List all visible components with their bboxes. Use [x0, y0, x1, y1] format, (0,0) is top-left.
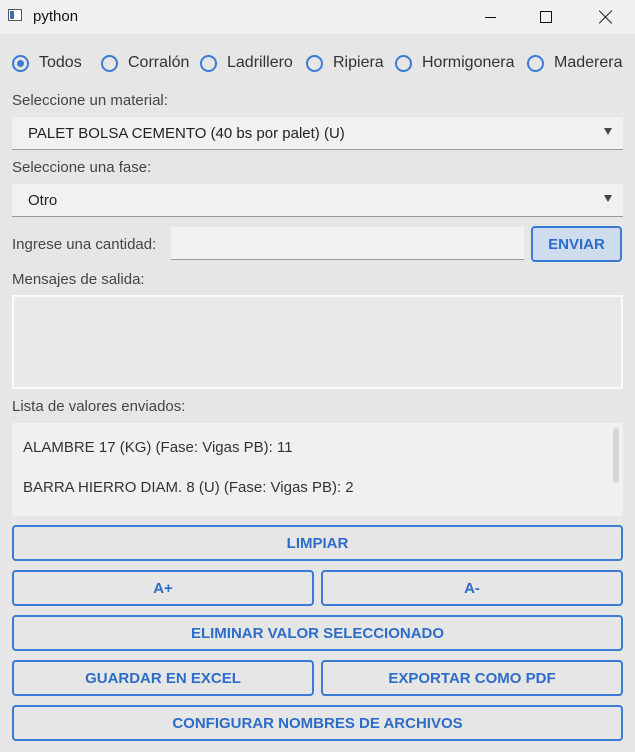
- radio-maderera[interactable]: Maderera: [527, 54, 622, 72]
- fase-label: Seleccione una fase:: [12, 159, 152, 176]
- fase-selected-value: Otro: [28, 192, 58, 209]
- sent-values-list[interactable]: ALAMBRE 17 (KG) (Fase: Vigas PB): 11 BAR…: [12, 423, 623, 516]
- radio-circle-icon: [527, 54, 544, 72]
- python-app-icon: [8, 9, 22, 21]
- lista-label: Lista de valores enviados:: [12, 398, 186, 415]
- radio-label: Maderera: [554, 54, 623, 71]
- list-item[interactable]: BARRA HIERRO DIAM. 8 (U) (Fase: Vigas PB…: [23, 479, 354, 496]
- radio-label: Ladrillero: [227, 54, 293, 71]
- material-selected-value: PALET BOLSA CEMENTO (40 bs por palet) (U…: [28, 125, 345, 142]
- radio-circle-icon: [12, 54, 29, 72]
- guardar-excel-button[interactable]: GUARDAR EN EXCEL: [12, 660, 314, 696]
- font-decrease-button[interactable]: A-: [321, 570, 623, 606]
- radio-corralon[interactable]: Corralón: [101, 54, 189, 72]
- limpiar-button[interactable]: LIMPIAR: [12, 525, 623, 561]
- cantidad-input[interactable]: [171, 227, 524, 260]
- radio-ripiera[interactable]: Ripiera: [306, 54, 384, 72]
- font-increase-button[interactable]: A+: [12, 570, 314, 606]
- exportar-pdf-button[interactable]: EXPORTAR COMO PDF: [321, 660, 623, 696]
- category-radio-group: Todos Corralón Ladrillero Ripiera Hormig…: [12, 54, 632, 78]
- configurar-nombres-button[interactable]: CONFIGURAR NOMBRES DE ARCHIVOS: [12, 705, 623, 741]
- maximize-icon: [540, 11, 552, 23]
- radio-todos[interactable]: Todos: [12, 54, 82, 72]
- material-label: Seleccione un material:: [12, 92, 168, 109]
- radio-label: Ripiera: [333, 54, 384, 71]
- cantidad-label: Ingrese una cantidad:: [12, 236, 157, 253]
- list-scrollbar[interactable]: [613, 428, 619, 483]
- output-messages-box[interactable]: [12, 295, 623, 389]
- maximize-button[interactable]: [523, 0, 569, 34]
- radio-circle-icon: [101, 54, 118, 72]
- radio-circle-icon: [395, 54, 412, 72]
- radio-circle-icon: [200, 54, 217, 72]
- enviar-button[interactable]: ENVIAR: [531, 226, 622, 262]
- close-icon: [599, 10, 613, 24]
- dropdown-arrow-icon: [604, 195, 612, 202]
- minimize-icon: [484, 16, 496, 18]
- title-bar: python: [0, 0, 635, 34]
- dropdown-arrow-icon: [604, 128, 612, 135]
- radio-ladrillero[interactable]: Ladrillero: [200, 54, 293, 72]
- fase-select[interactable]: Otro: [12, 184, 623, 217]
- material-select[interactable]: PALET BOLSA CEMENTO (40 bs por palet) (U…: [12, 117, 623, 150]
- close-button[interactable]: [583, 0, 629, 34]
- radio-circle-icon: [306, 54, 323, 72]
- list-item[interactable]: ALAMBRE 17 (KG) (Fase: Vigas PB): 11: [23, 439, 293, 456]
- window-title: python: [33, 8, 79, 25]
- radio-label: Todos: [39, 54, 82, 71]
- eliminar-valor-button[interactable]: ELIMINAR VALOR SELECCIONADO: [12, 615, 623, 651]
- mensajes-label: Mensajes de salida:: [12, 271, 145, 288]
- radio-hormigonera[interactable]: Hormigonera: [395, 54, 514, 72]
- minimize-button[interactable]: [467, 0, 513, 34]
- radio-label: Corralón: [128, 54, 190, 71]
- radio-label: Hormigonera: [422, 54, 515, 71]
